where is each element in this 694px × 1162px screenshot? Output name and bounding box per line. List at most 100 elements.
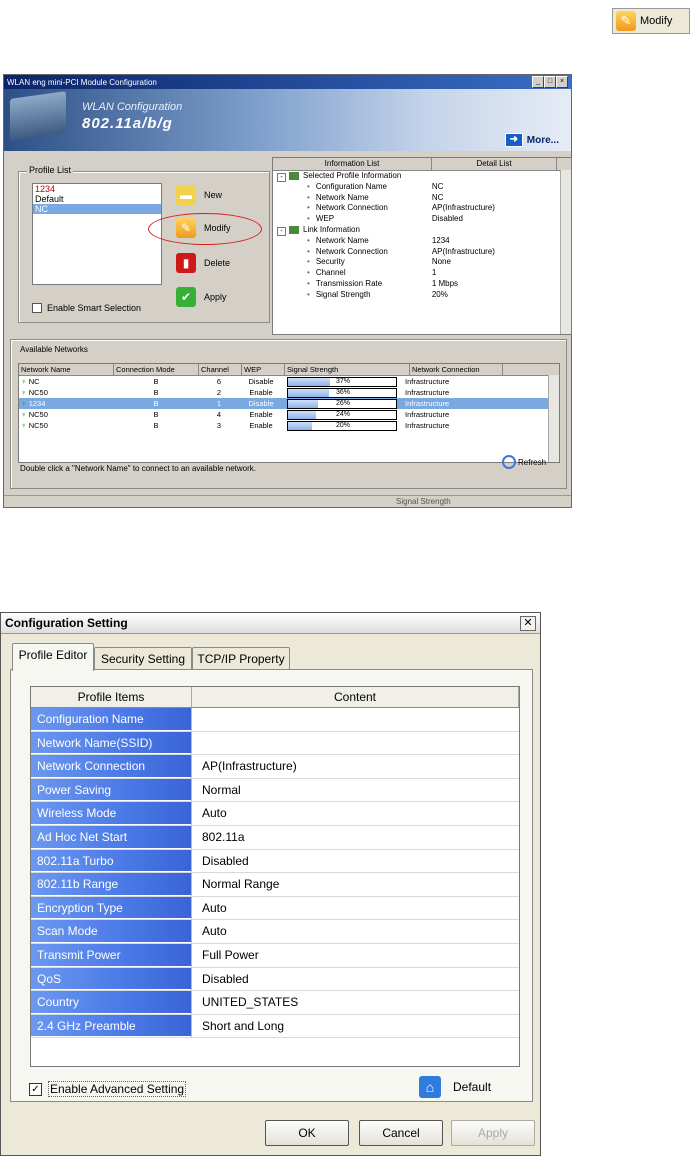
profile-row[interactable]: QoS Disabled (31, 967, 519, 992)
col-signal-strength[interactable]: Signal Strength (285, 364, 410, 375)
profile-row[interactable]: Ad Hoc Net Start 802.11a (31, 825, 519, 850)
advanced-setting-checkbox[interactable]: ✓ Enable Advanced Setting (29, 1081, 187, 1097)
info-value: AP(Infrastructure) (431, 203, 495, 213)
connection-mode: B (153, 388, 159, 397)
new-profile-button[interactable]: ▬ New (176, 185, 222, 205)
new-label: New (204, 190, 223, 200)
col-profile-items[interactable]: Profile Items (31, 687, 192, 707)
profile-item[interactable]: Default (33, 194, 161, 204)
profile-row[interactable]: Network Name(SSID) (31, 731, 519, 756)
network-row[interactable]: ♆ NC B 6 Disable 37% Infrastructure (19, 376, 559, 387)
expand-icon[interactable]: - (277, 226, 286, 236)
info-item-row[interactable]: • Configuration Name NC (273, 182, 571, 193)
profile-item-value[interactable]: AP(Infrastructure) (191, 755, 519, 778)
info-item-row[interactable]: • Network Connection AP(Infrastructure) (273, 247, 571, 258)
col-network-name[interactable]: Network Name (19, 364, 114, 375)
profile-item-value[interactable]: Disabled (191, 967, 519, 991)
profile-item-value[interactable] (191, 731, 519, 755)
profile-item-value[interactable]: Auto (191, 920, 519, 943)
tab-tcpip-property[interactable]: TCP/IP Property (192, 647, 290, 670)
profile-item-selected[interactable]: NC (33, 204, 161, 214)
cancel-button[interactable]: Cancel (359, 1120, 443, 1146)
profile-listbox[interactable]: 1234 Default NC (32, 183, 162, 285)
profile-item-value[interactable]: Full Power (191, 943, 519, 967)
checkbox-box[interactable] (32, 303, 42, 313)
info-col-detail[interactable]: Detail List (432, 158, 557, 170)
info-group-row[interactable]: - Selected Profile Information (273, 171, 571, 182)
profile-row[interactable]: Wireless Mode Auto (31, 802, 519, 826)
antenna-icon: ♆ (21, 377, 27, 386)
ok-button[interactable]: OK (265, 1120, 349, 1146)
col-channel[interactable]: Channel (199, 364, 242, 375)
minimize-button[interactable]: _ (532, 76, 544, 88)
profile-row[interactable]: Power Saving Normal (31, 778, 519, 803)
col-connection-mode[interactable]: Connection Mode (114, 364, 199, 375)
info-item-row[interactable]: • Network Name 1234 (273, 236, 571, 247)
information-panel: Information List Detail List - Selected P… (272, 157, 572, 335)
info-scrollbar[interactable] (560, 170, 571, 334)
info-col-information[interactable]: Information List (273, 158, 432, 170)
network-name: NC50 (28, 410, 48, 419)
profile-row[interactable]: 802.11a Turbo Disabled (31, 849, 519, 874)
bullet-icon: • (307, 278, 310, 288)
profile-row[interactable]: Network Connection AP(Infrastructure) (31, 755, 519, 779)
profile-row[interactable]: 802.11b Range Normal Range (31, 873, 519, 897)
signal-percent: 20% (335, 422, 350, 429)
profile-row[interactable]: Scan Mode Auto (31, 920, 519, 944)
info-value: NC (431, 192, 444, 202)
info-item-row[interactable]: • Signal Strength 20% (273, 290, 571, 301)
network-row[interactable]: ♆ NC50 B 4 Enable 24% Infrastructure (19, 409, 559, 420)
more-button[interactable]: ➜ More... (504, 133, 559, 147)
profile-row[interactable]: Encryption Type Auto (31, 896, 519, 921)
profile-row[interactable]: Country UNITED_STATES (31, 991, 519, 1015)
delete-profile-button[interactable]: ▮ Delete (176, 253, 230, 273)
profile-item-value[interactable]: 802.11a (191, 825, 519, 849)
info-rows: - Selected Profile Information • Configurat… (273, 171, 571, 301)
modify-chip[interactable]: ✎ Modify (612, 8, 690, 34)
apply-button[interactable]: Apply (451, 1120, 535, 1146)
profile-item-value[interactable]: Short and Long (191, 1014, 519, 1038)
expand-icon[interactable]: - (277, 173, 286, 182)
close-button[interactable]: × (556, 76, 568, 88)
profile-item-value[interactable] (191, 708, 519, 731)
info-item-row[interactable]: • Security None (273, 257, 571, 268)
antenna-icon: ♆ (21, 410, 27, 419)
network-icon (289, 225, 299, 234)
wlan-config-window: WLAN eng mini-PCI Module Configuration _… (3, 74, 572, 508)
info-item-row[interactable]: • Network Connection AP(Infrastructure) (273, 203, 571, 214)
profile-row[interactable]: Transmit Power Full Power (31, 943, 519, 968)
network-row[interactable]: ♆ NC50 B 3 Enable 20% Infrastructure (19, 420, 559, 431)
profile-item-value[interactable]: Auto (191, 802, 519, 825)
network-row[interactable]: ♆ NC50 B 2 Enable 36% Infrastructure (19, 387, 559, 398)
info-item-row[interactable]: • Network Name NC (273, 193, 571, 204)
profile-row[interactable]: 2.4 GHz Preamble Short and Long (31, 1014, 519, 1039)
apply-profile-button[interactable]: ✔ Apply (176, 287, 227, 307)
default-button[interactable]: ⌂ Default (419, 1076, 491, 1098)
checkbox-checked[interactable]: ✓ (29, 1082, 42, 1096)
profile-item-value[interactable]: UNITED_STATES (191, 991, 519, 1014)
refresh-button[interactable]: Refresh (502, 455, 546, 469)
col-network-connection[interactable]: Network Connection (410, 364, 503, 375)
profile-item-value[interactable]: Auto (191, 896, 519, 920)
maximize-button[interactable]: □ (544, 76, 556, 88)
info-label: Selected Profile Information (303, 171, 402, 180)
delete-label: Delete (204, 258, 231, 268)
profile-item-value[interactable]: Normal (191, 778, 519, 802)
tab-security-setting[interactable]: Security Setting (94, 647, 192, 670)
col-wep[interactable]: WEP (242, 364, 285, 375)
col-content[interactable]: Content (192, 687, 519, 707)
profile-item-value[interactable]: Disabled (191, 849, 519, 873)
profile-item[interactable]: 1234 (33, 184, 161, 194)
info-item-row[interactable]: • Transmission Rate 1 Mbps (273, 279, 571, 290)
smart-selection-checkbox[interactable]: Enable Smart Selection (32, 303, 141, 313)
win1-banner: WLAN Configuration 802.11a/b/g ➜ More... (4, 89, 571, 151)
tab-profile-editor[interactable]: Profile Editor (12, 643, 94, 671)
close-button[interactable]: ✕ (520, 616, 536, 631)
profile-item-value[interactable]: Normal Range (191, 873, 519, 896)
info-group-row[interactable]: - Link Information (273, 225, 571, 236)
network-row[interactable]: ♆ 1234 B 1 Disable 26% Infrastructure (19, 398, 559, 409)
networks-scrollbar[interactable] (548, 375, 559, 462)
info-item-row[interactable]: • WEP Disabled (273, 214, 571, 225)
profile-row[interactable]: Configuration Name (31, 708, 519, 732)
info-item-row[interactable]: • Channel 1 (273, 268, 571, 279)
